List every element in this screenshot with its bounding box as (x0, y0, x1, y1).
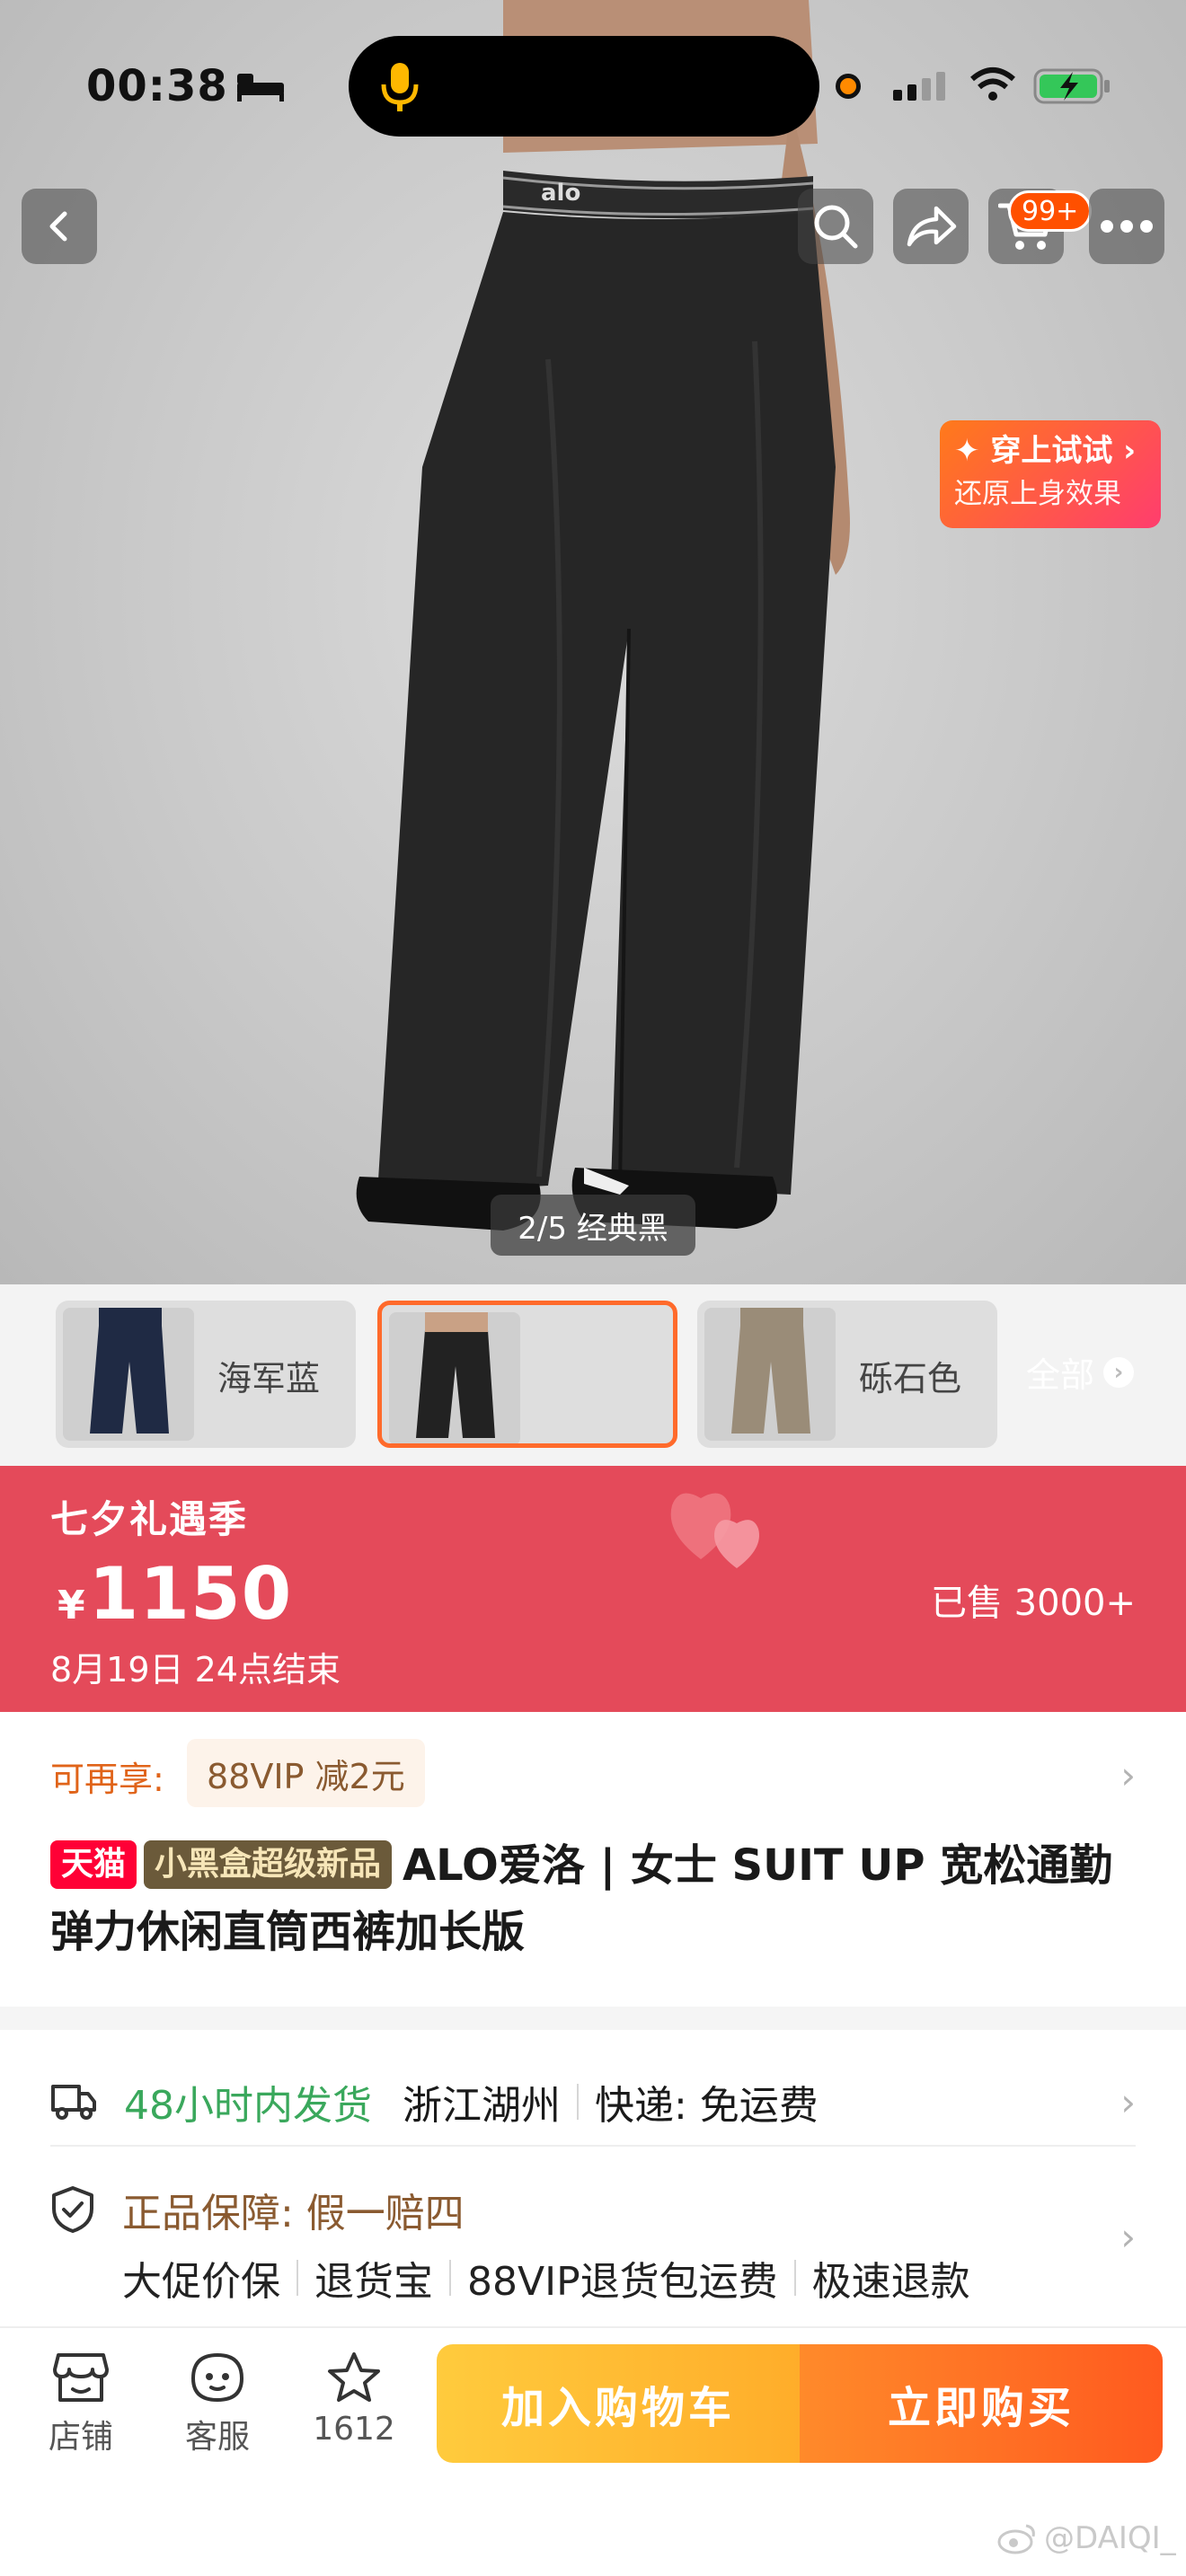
promo-title: 七夕礼遇季 (50, 1497, 249, 1541)
search-button[interactable] (798, 189, 873, 264)
star-icon (328, 2352, 380, 2402)
vip-label: 可再享: (50, 1760, 164, 1799)
color-label: 海军蓝 (217, 1359, 321, 1398)
separator (449, 2260, 451, 2296)
color-thumbnail (704, 1308, 836, 1441)
watermark-text: @DAIQI_ (1044, 2520, 1176, 2556)
tryon-title: ✦ 穿上试试 › (954, 433, 1137, 469)
delivery-fee: 快递: 免运费 (595, 2083, 819, 2129)
cart-count-badge: 99+ (1008, 190, 1093, 232)
customer-service-button[interactable]: 客服 (164, 2351, 271, 2457)
service-label: 客服 (184, 2419, 250, 2456)
shield-check-icon (52, 2186, 93, 2233)
color-thumbnail (63, 1308, 194, 1441)
tryon-subtitle: 还原上身效果 (954, 478, 1121, 510)
share-icon (907, 206, 957, 247)
color-option-navy[interactable]: 海军蓝 (56, 1301, 356, 1448)
tmall-tag: 天猫 (50, 1840, 137, 1889)
image-counter: 2/5 经典黑 (491, 1195, 695, 1256)
hearts-icon (670, 1493, 759, 1568)
promo-price-banner: 七夕礼遇季 ¥ 1150 已售 3000+ 8月19日 24点结束 (0, 1466, 1186, 1712)
store-icon (53, 2353, 109, 2402)
privacy-indicator-icon (836, 74, 861, 99)
currency-symbol: ¥ (58, 1583, 85, 1628)
status-time: 00:38 (86, 61, 228, 111)
search-icon (814, 205, 858, 249)
separator (296, 2260, 298, 2296)
delivery-truck-icon (51, 2085, 96, 2120)
favorite-count: 1612 (313, 2411, 395, 2448)
guarantee-item: 大促价保 (122, 2259, 280, 2305)
color-thumbnail (389, 1312, 520, 1443)
virtual-tryon-button[interactable]: ✦ 穿上试试 › 还原上身效果 (940, 420, 1161, 528)
guarantee-title: 正品保障: 假一赔四 (122, 2191, 465, 2236)
new-product-tag: 小黑盒超级新品 (144, 1840, 393, 1889)
guarantee-items[interactable]: 大促价保 退货宝 88VIP退货包运费 极速退款 (122, 2249, 970, 2307)
divider (50, 2145, 1136, 2147)
chevron-right-icon[interactable]: › (1120, 1753, 1136, 1797)
separator (577, 2084, 579, 2120)
view-all-label: 全部 (1026, 1355, 1095, 1395)
add-to-cart-button[interactable]: 加入购物车 (437, 2344, 800, 2463)
cellular-signal-icon (893, 72, 945, 101)
share-button[interactable] (893, 189, 969, 264)
back-button[interactable] (22, 189, 97, 264)
chevron-right-icon: › (1120, 2079, 1136, 2124)
battery-charging-icon (1033, 68, 1110, 104)
view-all-colors-button[interactable]: 全部 › (1026, 1347, 1135, 1397)
buy-now-button[interactable]: 立即购买 (800, 2344, 1163, 2463)
shipping-speed: 48小时内发货 (124, 2083, 372, 2129)
shipping-origin: 浙江湖州 (403, 2083, 561, 2129)
store-label: 店铺 (48, 2419, 113, 2456)
microphone-icon (381, 63, 419, 111)
brand-logo: alo (541, 180, 581, 207)
section-divider (0, 2007, 1186, 2030)
guarantee-row[interactable]: 正品保障: 假一赔四 (50, 2174, 465, 2245)
vip-discount-chip[interactable]: 88VIP 减2元 (187, 1739, 425, 1807)
product-info: 可再享: 88VIP 减2元 › 天猫 小黑盒超级新品 ALO爱洛 | 女士 SUI… (0, 1712, 1186, 2007)
separator (793, 2260, 796, 2296)
promo-deadline: 8月19日 24点结束 (50, 1650, 341, 1689)
shipping-row[interactable]: 48小时内发货 浙江湖州 快递: 免运费 › (50, 2066, 1136, 2138)
chevron-left-icon (49, 211, 67, 242)
weibo-icon (997, 2524, 1035, 2554)
wifi-icon (970, 67, 1015, 101)
chevron-right-icon[interactable]: › (1120, 2215, 1136, 2259)
color-option-black[interactable] (377, 1301, 677, 1448)
color-option-gravel[interactable]: 砾石色 (697, 1301, 997, 1448)
service-section: 48小时内发货 浙江湖州 快递: 免运费 › 正品保障: 假一赔四 大促价保 退… (0, 2030, 1186, 2326)
chevron-right-icon: › (1103, 1356, 1135, 1388)
sold-count: 已售 3000+ (930, 1583, 1136, 1624)
price: ¥ 1150 (58, 1552, 292, 1636)
favorite-button[interactable]: 1612 (300, 2351, 408, 2448)
sleep-focus-icon (237, 74, 284, 101)
color-label: 砾石色 (859, 1359, 962, 1398)
guarantee-item: 极速退款 (811, 2259, 970, 2305)
product-title-block: 天猫 小黑盒超级新品 ALO爱洛 | 女士 SUIT UP 宽松通勤弹力休闲直筒西裤… (50, 1832, 1146, 1965)
guarantee-item: 退货宝 (314, 2259, 433, 2305)
price-value: 1150 (88, 1552, 293, 1636)
guarantee-item: 88VIP退货包运费 (467, 2259, 778, 2305)
more-dots-icon (1101, 220, 1153, 233)
weibo-watermark: @DAIQI_ (997, 2520, 1176, 2556)
store-button[interactable]: 店铺 (27, 2351, 135, 2457)
chat-bot-icon (190, 2352, 244, 2403)
more-button[interactable] (1089, 189, 1164, 264)
